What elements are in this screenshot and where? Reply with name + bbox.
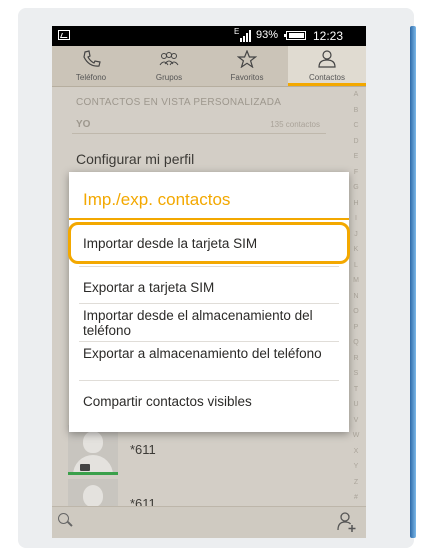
me-row[interactable]: YO 135 contactos — [72, 117, 326, 134]
alphabet-letter[interactable]: V — [346, 417, 366, 424]
alphabet-letter[interactable]: # — [346, 494, 366, 501]
tab-label: Favoritos — [230, 73, 264, 82]
share-visible-contacts-option[interactable]: Compartir contactos visibles — [83, 394, 339, 409]
alphabet-letter[interactable]: Q — [346, 339, 366, 346]
section-header: CONTACTOS EN VISTA PERSONALIZADA — [76, 97, 282, 108]
frame-edge — [410, 26, 416, 538]
alphabet-letter[interactable]: M — [346, 277, 366, 284]
divider — [79, 303, 339, 304]
alphabet-letter[interactable]: U — [346, 401, 366, 408]
import-from-storage-option[interactable]: Importar desde el almacenamiento del tel… — [83, 308, 339, 338]
phone-icon — [83, 50, 101, 67]
tab-label: Contactos — [308, 73, 346, 82]
list-item[interactable]: *611 — [68, 425, 348, 475]
signal-icon — [240, 30, 252, 42]
alphabet-letter[interactable]: O — [346, 308, 366, 315]
alphabet-letter[interactable]: I — [346, 215, 366, 222]
alphabet-letter[interactable]: P — [346, 324, 366, 331]
alphabet-letter[interactable]: X — [346, 448, 366, 455]
alphabet-letter[interactable]: R — [346, 355, 366, 362]
avatar — [68, 425, 118, 475]
tab-label: Teléfono — [75, 73, 107, 82]
clock: 12:23 — [313, 29, 344, 43]
battery-icon — [284, 31, 306, 40]
alphabet-letter[interactable]: G — [346, 184, 366, 191]
export-to-storage-option[interactable]: Exportar a almacenamiento del teléfono — [83, 346, 339, 361]
highlight-annotation — [68, 222, 350, 264]
add-contact-icon[interactable] — [336, 511, 358, 533]
configure-profile-item[interactable]: Configurar mi perfil — [76, 151, 194, 167]
battery-percent: 93% — [256, 29, 279, 41]
group-icon — [159, 52, 179, 66]
alphabet-letter[interactable]: Z — [346, 479, 366, 486]
me-label: YO — [76, 119, 91, 130]
tab-telefono[interactable]: Teléfono — [52, 46, 130, 86]
sim-card-icon — [80, 464, 90, 471]
person-icon — [318, 50, 336, 68]
tab-contactos[interactable]: Contactos — [288, 46, 366, 86]
star-icon — [237, 50, 257, 68]
alphabet-letter[interactable]: B — [346, 107, 366, 114]
export-to-sim-option[interactable]: Exportar a tarjeta SIM — [83, 280, 339, 295]
divider — [79, 341, 339, 342]
dialog-title: Imp./exp. contactos — [83, 190, 231, 209]
phone-screen: E 93% 12:23 Teléfono Grupos Favoritos Co… — [52, 26, 366, 538]
alphabet-letter[interactable]: S — [346, 370, 366, 377]
alphabet-letter[interactable]: A — [346, 91, 366, 98]
alphabet-letter[interactable]: T — [346, 386, 366, 393]
alphabet-letter[interactable]: C — [346, 122, 366, 129]
alphabet-letter[interactable]: W — [346, 432, 366, 439]
divider — [79, 266, 339, 267]
tab-favoritos[interactable]: Favoritos — [208, 46, 286, 86]
alphabet-letter[interactable]: Y — [346, 463, 366, 470]
contact-name: *611 — [130, 442, 156, 457]
alphabet-index[interactable]: A B C D E F G H I J K L M N O P Q R S T U V W X Y Z # — [346, 87, 366, 506]
tab-grupos[interactable]: Grupos — [130, 46, 208, 86]
bottom-bar — [52, 506, 366, 538]
gallery-icon — [58, 30, 70, 40]
dialog-title-divider — [69, 218, 349, 220]
search-icon[interactable] — [58, 513, 73, 527]
status-bar: E 93% 12:23 — [52, 26, 366, 46]
tab-bar: Teléfono Grupos Favoritos Contactos — [52, 46, 366, 87]
contact-count: 135 contactos — [270, 120, 320, 129]
alphabet-letter[interactable]: H — [346, 200, 366, 207]
signal-type-label: E — [234, 27, 240, 36]
alphabet-letter[interactable]: L — [346, 262, 366, 269]
alphabet-letter[interactable]: D — [346, 138, 366, 145]
alphabet-letter[interactable]: E — [346, 153, 366, 160]
tab-label: Grupos — [155, 73, 183, 82]
alphabet-letter[interactable]: F — [346, 169, 366, 176]
import-export-dialog: Imp./exp. contactos Importar desde la ta… — [69, 172, 349, 432]
alphabet-letter[interactable]: N — [346, 293, 366, 300]
divider — [79, 380, 339, 381]
